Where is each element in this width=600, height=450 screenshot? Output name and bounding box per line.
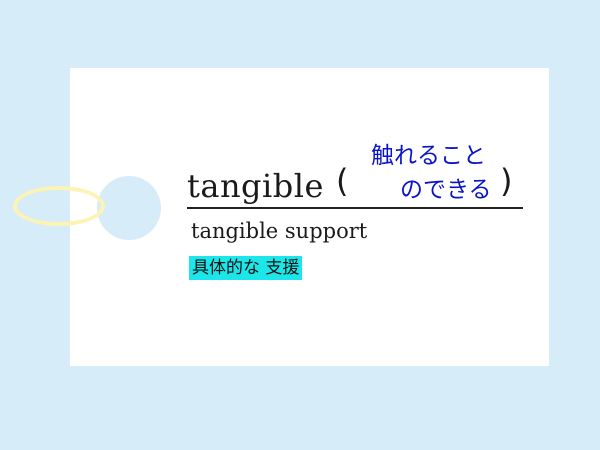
open-parenthesis: ( xyxy=(336,162,349,200)
card-punch-hole xyxy=(97,176,161,240)
example-phrase-japanese: 具体的な 支援 xyxy=(189,256,303,280)
example-phrase-english: tangible support xyxy=(191,219,368,243)
close-parenthesis: ) xyxy=(500,162,513,200)
vocabulary-word: tangible xyxy=(187,167,324,205)
meaning-line-2: のできる xyxy=(400,177,492,203)
word-underline xyxy=(187,207,523,209)
meaning-line-1: 触れること xyxy=(371,143,486,169)
card-ring xyxy=(13,186,105,226)
